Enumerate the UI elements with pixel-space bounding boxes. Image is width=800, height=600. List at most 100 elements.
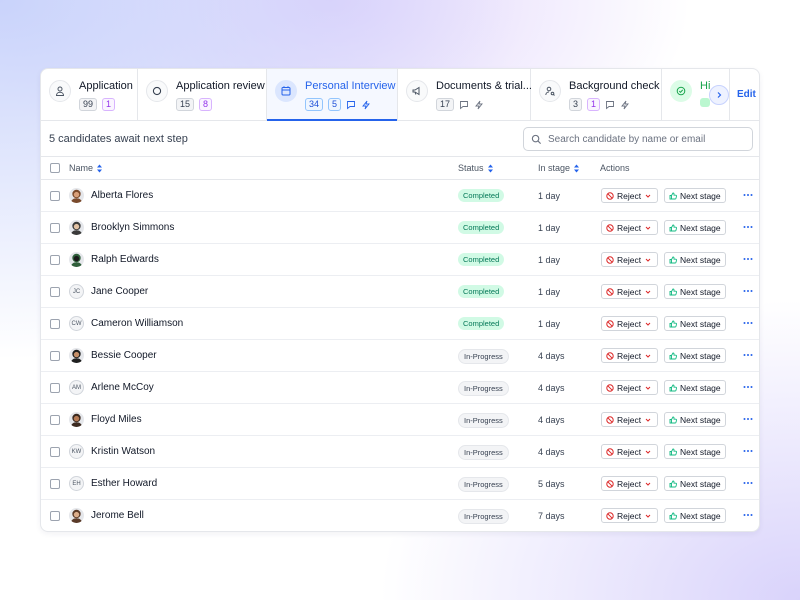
reject-label: Reject (617, 255, 641, 265)
edit-link[interactable]: Edit (737, 89, 756, 100)
status-badge: Completed (458, 317, 504, 330)
reject-button[interactable]: Reject (601, 284, 658, 299)
search-input[interactable] (548, 134, 738, 145)
tabs-scroll-right-button[interactable] (709, 85, 729, 105)
table-row[interactable]: KW Kristin Watson In-Progress 4 days Rej… (41, 436, 759, 468)
table-row[interactable]: JC Jane Cooper Completed 1 day Reject Ne… (41, 276, 759, 308)
next-stage-button[interactable]: Next stage (664, 476, 726, 491)
next-stage-button[interactable]: Next stage (664, 316, 726, 331)
column-in-stage[interactable]: In stage (538, 163, 580, 173)
tab-application[interactable]: Application 99 1 (41, 69, 138, 120)
next-stage-button[interactable]: Next stage (664, 188, 726, 203)
table-row[interactable]: EH Esther Howard In-Progress 5 days Reje… (41, 468, 759, 500)
calendar-icon (275, 80, 297, 102)
row-checkbox[interactable] (50, 191, 60, 201)
stage-tabs: Application 99 1 Application review 15 8 (41, 69, 759, 121)
table-row[interactable]: AM Arlene McCoy In-Progress 4 days Rejec… (41, 372, 759, 404)
in-stage-duration: 1 day (538, 319, 560, 329)
megaphone-icon (406, 80, 428, 102)
table-body: Alberta Flores Completed 1 day Reject Ne… (41, 180, 759, 532)
user-search-icon (539, 80, 561, 102)
more-horizontal-icon (743, 289, 753, 293)
row-checkbox[interactable] (50, 287, 60, 297)
next-stage-button[interactable]: Next stage (664, 380, 726, 395)
ban-icon (606, 480, 614, 488)
in-stage-duration: 4 days (538, 415, 565, 425)
row-checkbox[interactable] (50, 479, 60, 489)
status-badge: In-Progress (458, 413, 509, 428)
more-options-button[interactable] (742, 509, 754, 521)
reject-button[interactable]: Reject (601, 220, 658, 235)
row-checkbox[interactable] (50, 415, 60, 425)
more-options-button[interactable] (742, 477, 754, 489)
table-row[interactable]: Bessie Cooper In-Progress 4 days Reject … (41, 340, 759, 372)
next-stage-button[interactable]: Next stage (664, 444, 726, 459)
reject-button[interactable]: Reject (601, 316, 658, 331)
reject-button[interactable]: Reject (601, 380, 658, 395)
ban-icon (606, 224, 614, 232)
row-checkbox[interactable] (50, 447, 60, 457)
reject-button[interactable]: Reject (601, 348, 658, 363)
row-checkbox[interactable] (50, 223, 60, 233)
row-checkbox[interactable] (50, 383, 60, 393)
table-row[interactable]: CW Cameron Williamson Completed 1 day Re… (41, 308, 759, 340)
table-row[interactable]: Floyd Miles In-Progress 4 days Reject Ne… (41, 404, 759, 436)
row-checkbox[interactable] (50, 255, 60, 265)
table-row[interactable]: Ralph Edwards Completed 1 day Reject Nex… (41, 244, 759, 276)
more-options-button[interactable] (742, 317, 754, 329)
table-row[interactable]: Brooklyn Simmons Completed 1 day Reject … (41, 212, 759, 244)
more-options-button[interactable] (742, 413, 754, 425)
more-options-button[interactable] (742, 349, 754, 361)
chevron-right-icon (714, 90, 724, 100)
reject-button[interactable]: Reject (601, 476, 658, 491)
reject-button[interactable]: Reject (601, 412, 658, 427)
next-stage-button[interactable]: Next stage (664, 284, 726, 299)
reject-label: Reject (617, 415, 641, 425)
row-checkbox[interactable] (50, 511, 60, 521)
chevron-down-icon (644, 416, 652, 424)
next-stage-button[interactable]: Next stage (664, 412, 726, 427)
candidate-name: Arlene McCoy (91, 382, 154, 393)
chevron-down-icon (644, 224, 652, 232)
tab-background-check[interactable]: Background check 3 1 (531, 69, 662, 120)
reject-label: Reject (617, 447, 641, 457)
column-status[interactable]: Status (458, 163, 494, 173)
more-options-button[interactable] (742, 253, 754, 265)
reject-button[interactable]: Reject (601, 188, 658, 203)
more-options-button[interactable] (742, 381, 754, 393)
candidate-name: Ralph Edwards (91, 254, 159, 265)
next-stage-button[interactable]: Next stage (664, 348, 726, 363)
select-all-checkbox[interactable] (50, 163, 60, 173)
in-stage-duration: 7 days (538, 511, 565, 521)
more-options-button[interactable] (742, 285, 754, 297)
more-options-button[interactable] (742, 221, 754, 233)
table-toolbar: 5 candidates await next step (41, 121, 759, 157)
in-stage-duration: 4 days (538, 383, 565, 393)
reject-label: Reject (617, 191, 641, 201)
chevron-down-icon (644, 256, 652, 264)
next-stage-button[interactable]: Next stage (664, 508, 726, 523)
column-name[interactable]: Name (69, 163, 103, 173)
reject-button[interactable]: Reject (601, 444, 658, 459)
reject-button[interactable]: Reject (601, 252, 658, 267)
lightning-icon (620, 100, 630, 110)
lightning-icon (474, 100, 484, 110)
table-row[interactable]: Alberta Flores Completed 1 day Reject Ne… (41, 180, 759, 212)
more-options-button[interactable] (742, 445, 754, 457)
tab-documents-trial[interactable]: Documents & trial... 17 (398, 69, 531, 120)
search-box[interactable] (523, 127, 753, 151)
table-row[interactable]: Jerome Bell In-Progress 7 days Reject Ne… (41, 500, 759, 532)
ban-icon (606, 448, 614, 456)
more-options-button[interactable] (742, 189, 754, 201)
candidate-name: Jerome Bell (91, 510, 144, 521)
tab-application-review[interactable]: Application review 15 8 (138, 69, 267, 120)
chat-icon (346, 100, 356, 110)
tab-personal-interview[interactable]: Personal Interview 34 5 (267, 69, 398, 120)
reject-button[interactable]: Reject (601, 508, 658, 523)
tab-label: Personal Interview (305, 80, 396, 92)
next-stage-button[interactable]: Next stage (664, 252, 726, 267)
sort-icon (487, 164, 494, 173)
row-checkbox[interactable] (50, 351, 60, 361)
next-stage-button[interactable]: Next stage (664, 220, 726, 235)
row-checkbox[interactable] (50, 319, 60, 329)
